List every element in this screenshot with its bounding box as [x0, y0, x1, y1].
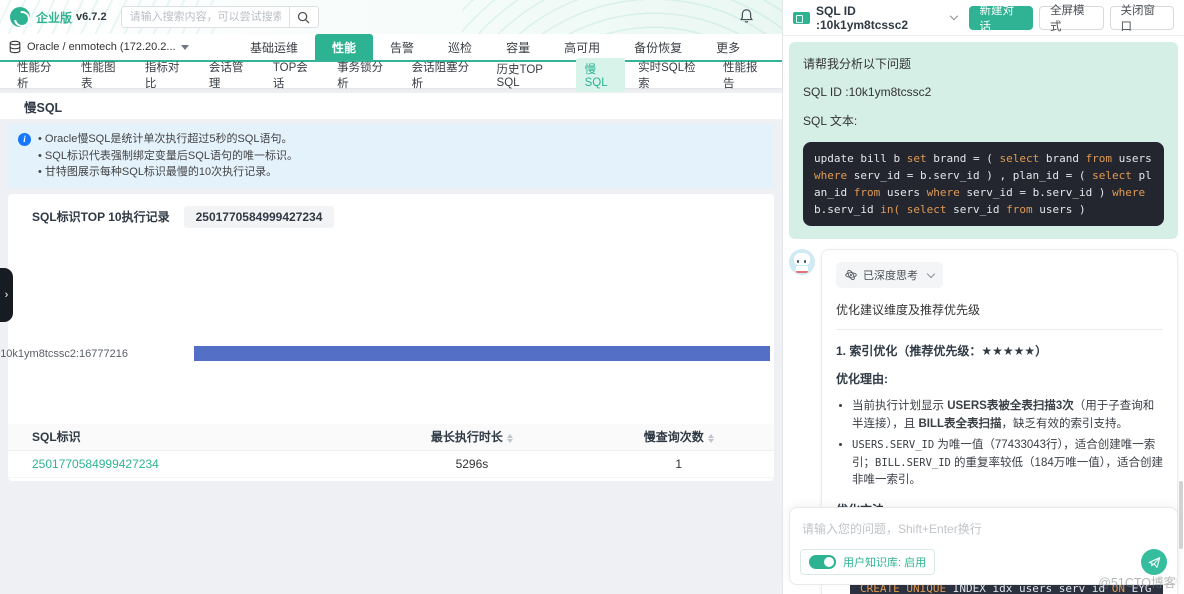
new-chat-button[interactable]: 新建对话 — [969, 6, 1034, 30]
gantt-section-label: SQL标识TOP 10执行记录 — [32, 208, 170, 225]
page-title: 慢SQL — [0, 93, 782, 119]
watermark: @51CTO博客 — [1098, 572, 1176, 591]
gantt-row-label: 10k1ym8tcssc2:16777216 — [0, 348, 128, 360]
ai-badge-icon — [793, 12, 810, 24]
search-icon — [297, 11, 310, 24]
column-header-2[interactable]: 最长执行时长 — [360, 424, 583, 451]
slow-sql-card: SQL标识TOP 10执行记录 2501770584999427234 10k1… — [8, 194, 774, 481]
table-header-row: SQL标识最长执行时长慢查询次数 — [8, 424, 774, 451]
sort-icon[interactable] — [708, 434, 714, 443]
search-button[interactable] — [289, 6, 319, 28]
column-header-1: SQL标识 — [8, 424, 360, 451]
chat-body: 请帮我分析以下问题 SQL ID :10k1ym8tcssc2 SQL 文本: … — [783, 36, 1184, 594]
reason-bullet: 当前执行计划显示 USERS表被全表扫描3次（用于子查询和半连接），且 BILL… — [852, 398, 1163, 434]
info-icon: i — [18, 133, 31, 146]
ai-heading-1: 1. 索引优化（推荐优先级：★★★★★） — [836, 342, 1163, 359]
column-header-3[interactable]: 慢查询次数 — [584, 424, 775, 451]
chat-input[interactable]: 请输入您的问题，Shift+Enter换行 — [802, 520, 1165, 537]
knowledge-base-toggle[interactable]: 用户知识库: 启用 — [800, 549, 935, 575]
main-region: 企业版 v6.7.2 Oracle / enmotech (172.20.2..… — [0, 0, 782, 594]
user-message-line: 请帮我分析以下问题 — [803, 55, 1164, 72]
atom-icon — [845, 269, 857, 281]
subtab-性能图表[interactable]: 性能图表 — [72, 56, 132, 94]
close-window-button[interactable]: 关闭窗口 — [1110, 6, 1175, 30]
chat-header: SQL ID :10k1ym8tcssc2 新建对话 全屏模式 关闭窗口 — [783, 0, 1184, 36]
app-logo-icon — [10, 7, 30, 27]
notification-bell-icon[interactable] — [739, 8, 754, 27]
deep-think-label: 已深度思考 — [863, 267, 918, 283]
knowledge-base-label: 用户知识库: 启用 — [843, 554, 926, 570]
database-selector[interactable]: Oracle / enmotech (172.20.2... — [8, 40, 233, 54]
subtab-慢SQL[interactable]: 慢SQL — [576, 58, 625, 92]
sql-id-tag[interactable]: 2501770584999427234 — [184, 206, 335, 228]
subtab-历史TOP SQL[interactable]: 历史TOP SQL — [488, 58, 572, 92]
drawer-expand-toggle[interactable]: › — [0, 268, 13, 322]
divider — [836, 329, 1163, 330]
subtab-会话阻塞分析[interactable]: 会话阻塞分析 — [403, 56, 484, 94]
chevron-right-icon: › — [5, 289, 9, 301]
sub-tabs: 性能分析性能图表指标对比会话管理TOP会话事务锁分析会话阻塞分析历史TOP SQ… — [0, 62, 782, 88]
subtab-事务锁分析[interactable]: 事务锁分析 — [328, 56, 398, 94]
user-message: 请帮我分析以下问题 SQL ID :10k1ym8tcssc2 SQL 文本: … — [789, 42, 1178, 239]
chat-title[interactable]: SQL ID :10k1ym8tcssc2 — [816, 4, 941, 32]
table-row: 2501770584999427234 5296s1 — [8, 451, 774, 478]
subtab-会话管理[interactable]: 会话管理 — [200, 56, 260, 94]
count-cell: 1 — [584, 451, 775, 478]
sql-id-link[interactable]: 2501770584999427234 — [32, 457, 159, 471]
tab-容量[interactable]: 容量 — [489, 34, 547, 60]
subtab-性能分析[interactable]: 性能分析 — [8, 56, 68, 94]
sort-icon[interactable] — [507, 434, 513, 443]
version-label: v6.7.2 — [76, 11, 107, 23]
subtab-指标对比[interactable]: 指标对比 — [136, 56, 196, 94]
database-icon — [8, 40, 22, 54]
global-search — [121, 6, 319, 28]
info-lines: Oracle慢SQL是统计单次执行超过5秒的SQL语句。SQL标识代表强制绑定变… — [38, 131, 764, 181]
ai-avatar — [789, 249, 815, 275]
info-line: SQL标识代表强制绑定变量后SQL语句的唯一标识。 — [38, 148, 764, 165]
slow-sql-table: SQL标识最长执行时长慢查询次数 2501770584999427234 5296… — [8, 424, 774, 479]
table-body: 2501770584999427234 5296s1 — [8, 451, 774, 478]
user-message-line: SQL ID :10k1ym8tcssc2 — [803, 85, 1164, 99]
info-line: Oracle慢SQL是统计单次执行超过5秒的SQL语句。 — [38, 131, 764, 148]
reason-label: 优化理由: — [836, 370, 1163, 387]
paper-plane-icon — [1148, 556, 1161, 569]
deep-think-toggle[interactable]: 已深度思考 — [836, 262, 943, 288]
fullscreen-button[interactable]: 全屏模式 — [1039, 6, 1104, 30]
user-message-line: SQL 文本: — [803, 112, 1164, 129]
ai-section-title: 优化建议维度及推荐优先级 — [836, 301, 1163, 318]
user-sql-code-block: update bill b set brand = ( select brand… — [803, 142, 1164, 226]
chevron-down-icon — [181, 45, 189, 50]
toggle-on-icon[interactable] — [809, 555, 836, 569]
duration-cell: 5296s — [360, 451, 583, 478]
info-line: 甘特图展示每种SQL标识最慢的10次执行记录。 — [38, 164, 764, 181]
reason-bullet: USERS.SERV_ID 为唯一值（77433043行），适合创建唯一索引；B… — [852, 437, 1163, 490]
chevron-down-icon[interactable] — [950, 12, 958, 20]
brand-label: 企业版 — [36, 9, 72, 26]
gantt-bar[interactable] — [194, 346, 770, 361]
chevron-down-icon — [927, 270, 935, 278]
scrollbar-thumb[interactable] — [1179, 481, 1183, 549]
search-input[interactable] — [121, 6, 289, 28]
subtab-TOP会话[interactable]: TOP会话 — [264, 56, 324, 94]
info-banner: i Oracle慢SQL是统计单次执行超过5秒的SQL语句。SQL标识代表强制绑… — [8, 124, 774, 188]
topbar: 企业版 v6.7.2 — [0, 0, 782, 34]
tab-高可用[interactable]: 高可用 — [547, 34, 617, 60]
subtab-性能报告[interactable]: 性能报告 — [714, 56, 774, 94]
ai-chat-panel: SQL ID :10k1ym8tcssc2 新建对话 全屏模式 关闭窗口 请帮我… — [782, 0, 1184, 594]
instance-label: Oracle / enmotech (172.20.2... — [27, 41, 176, 53]
subtab-实时SQL检索[interactable]: 实时SQL检索 — [629, 56, 710, 94]
gantt-chart: 10k1ym8tcssc2:16777216 12/04 15:0512/04 … — [8, 234, 774, 424]
reason-bullets: 当前执行计划显示 USERS表被全表扫描3次（用于子查询和半连接），且 BILL… — [836, 398, 1163, 490]
